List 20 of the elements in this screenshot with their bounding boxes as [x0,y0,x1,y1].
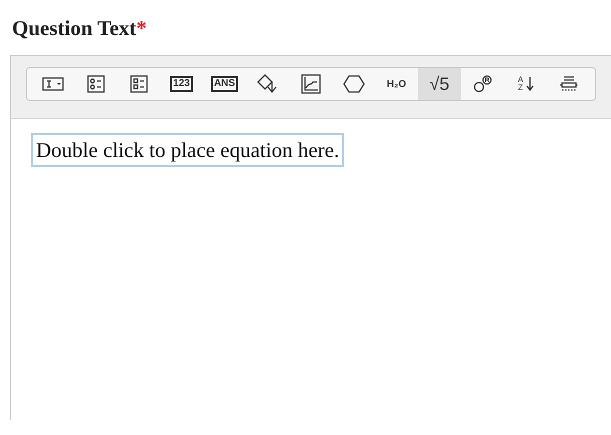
circle-registered-icon [472,74,494,94]
heading: Question Text [12,18,136,39]
required-mark: * [136,18,147,39]
radio-list-icon [86,75,104,93]
toolbar-button[interactable]: 123 [160,68,203,100]
formula-button[interactable]: H₂O [375,68,418,100]
diamond-arrows-icon [256,73,280,95]
text-field-icon [42,77,64,91]
graph-icon [300,74,320,94]
root-button[interactable]: √5 [418,68,461,100]
boxed-label: ANS [210,76,238,92]
hexagon-icon [342,74,364,94]
down-arrow-icon [526,76,534,92]
checkbox-list-icon [130,75,148,93]
sort-letters: AZ [518,76,524,92]
equation-placeholder[interactable]: Double click to place equation here. [31,133,344,167]
boxed-label: 123 [170,76,193,92]
table-icon [558,75,578,93]
toolbar-button[interactable]: ANS [203,68,246,100]
sort-button[interactable]: AZ [504,68,547,100]
